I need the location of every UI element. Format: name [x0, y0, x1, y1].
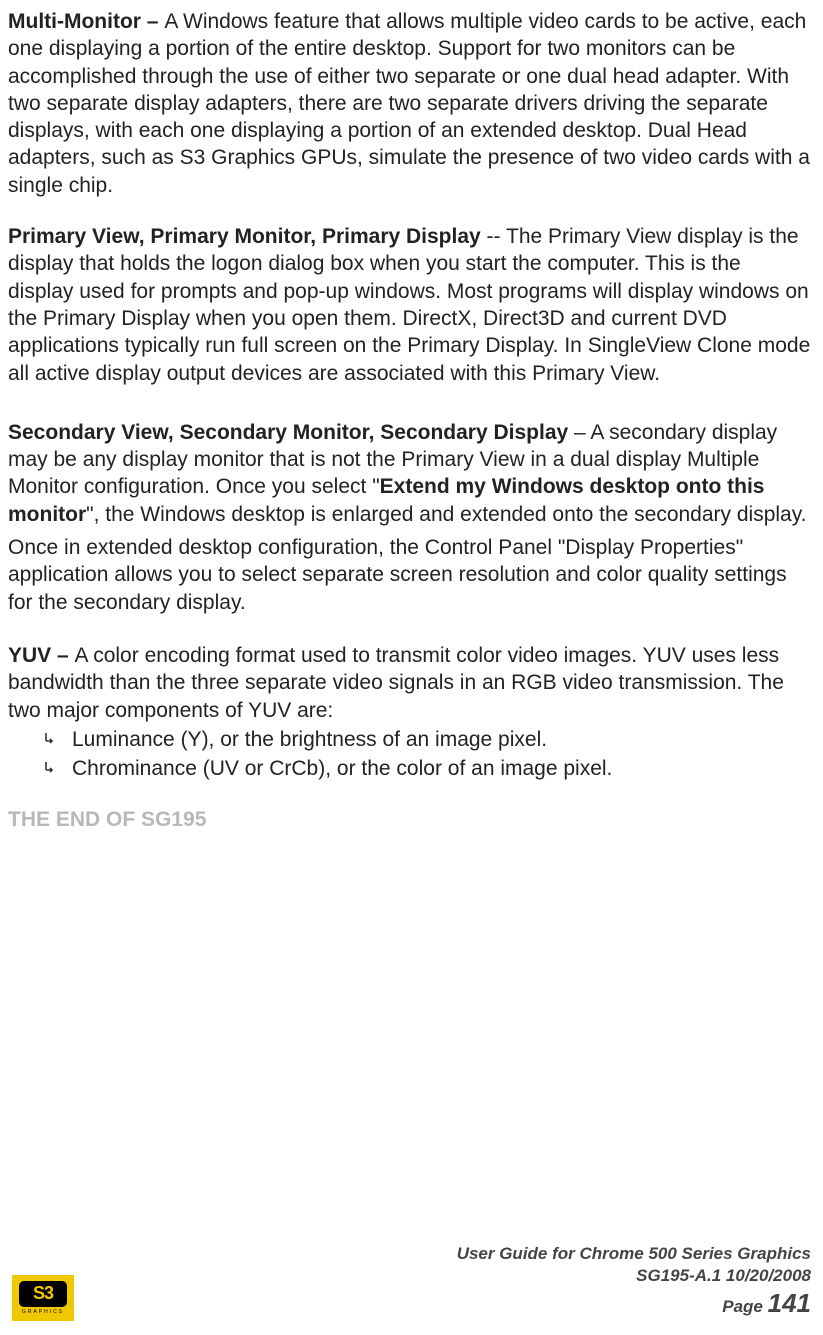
- footer-docref: SG195-A.1 10/20/2008: [457, 1265, 811, 1287]
- body-secondary-view-2: Once in extended desktop configuration, …: [8, 534, 811, 616]
- body-secondary-view-1b: ", the Windows desktop is enlarged and e…: [86, 503, 806, 526]
- term-yuv: YUV –: [8, 644, 75, 667]
- logo-text: S3: [19, 1281, 67, 1307]
- body-yuv: A color encoding format used to transmit…: [8, 644, 784, 722]
- page-footer: S3 GRAPHICS User Guide for Chrome 500 Se…: [12, 1243, 811, 1321]
- page-number: 141: [768, 1288, 811, 1318]
- footer-page: Page 141: [457, 1287, 811, 1321]
- logo-subtext: GRAPHICS: [22, 1309, 64, 1316]
- sep-primary-view: --: [481, 225, 506, 248]
- footer-text-block: User Guide for Chrome 500 Series Graphic…: [457, 1243, 811, 1321]
- list-item: Chrominance (UV or CrCb), or the color o…: [42, 755, 811, 782]
- sep-secondary-view: –: [568, 421, 590, 444]
- entry-multi-monitor: Multi-Monitor – A Windows feature that a…: [8, 8, 811, 199]
- end-marker: THE END OF SG195: [8, 806, 811, 833]
- entry-yuv: YUV – A color encoding format used to tr…: [8, 642, 811, 782]
- yuv-bullet-list: Luminance (Y), or the brightness of an i…: [8, 726, 811, 783]
- body-primary-view: The Primary View display is the display …: [8, 225, 810, 384]
- arrow-icon: [42, 731, 56, 745]
- page-word: Page: [722, 1297, 767, 1316]
- entry-primary-view: Primary View, Primary Monitor, Primary D…: [8, 223, 811, 387]
- arrow-icon: [42, 760, 56, 774]
- body-multi-monitor: A Windows feature that allows multiple v…: [8, 10, 810, 197]
- term-secondary-view: Secondary View, Secondary Monitor, Secon…: [8, 421, 568, 444]
- footer-title: User Guide for Chrome 500 Series Graphic…: [457, 1243, 811, 1265]
- entry-secondary-view: Secondary View, Secondary Monitor, Secon…: [8, 419, 811, 616]
- term-multi-monitor: Multi-Monitor –: [8, 10, 164, 33]
- bullet-text: Luminance (Y), or the brightness of an i…: [72, 728, 547, 751]
- bullet-text: Chrominance (UV or CrCb), or the color o…: [72, 757, 612, 780]
- list-item: Luminance (Y), or the brightness of an i…: [42, 726, 811, 753]
- document-body: Multi-Monitor – A Windows feature that a…: [8, 8, 811, 834]
- term-primary-view: Primary View, Primary Monitor, Primary D…: [8, 225, 481, 248]
- s3-logo: S3 GRAPHICS: [12, 1275, 74, 1321]
